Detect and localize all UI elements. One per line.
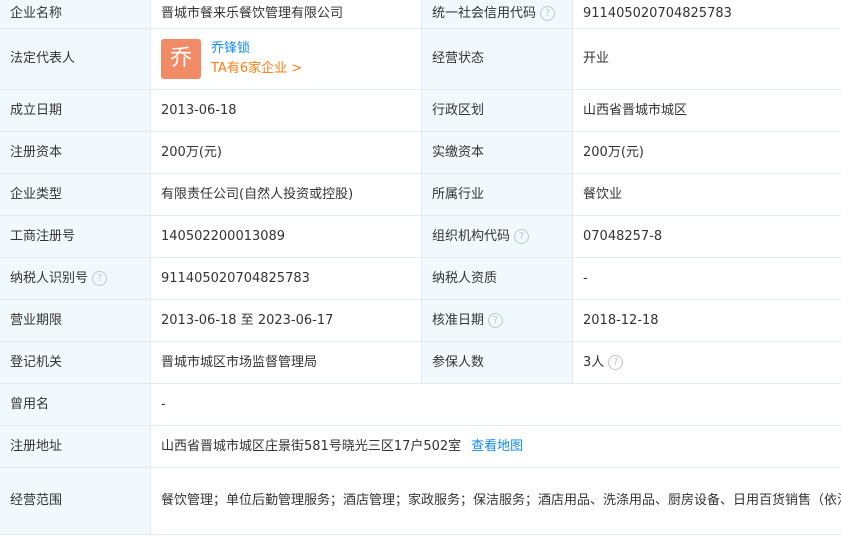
value-credit-code: 911405020704825783 <box>572 0 841 29</box>
label-credit-code-text: 统一社会信用代码 <box>432 5 537 21</box>
label-org-code-text: 组织机构代码 <box>432 228 511 244</box>
label-company-name: 企业名称 <box>0 0 151 29</box>
info-row: 企业类型 有限责任公司(自然人投资或控股) 所属行业 餐饮业 <box>0 173 841 216</box>
label-founded-date: 成立日期 <box>0 89 151 132</box>
value-taxpayer-id: 911405020704825783 <box>150 257 422 300</box>
info-row: 营业期限 2013-06-18 至 2023-06-17 核准日期? 2018-… <box>0 299 841 342</box>
label-reg-number: 工商注册号 <box>0 215 151 258</box>
value-business-scope: 餐饮管理；单位后勤管理服务；酒店管理；家政服务；保洁服务；酒店用品、洗涤用品、厨… <box>150 467 841 535</box>
question-circle-icon[interactable]: ? <box>488 312 504 328</box>
value-registered-capital: 200万(元) <box>150 131 422 174</box>
view-map-link[interactable]: 查看地图 <box>471 439 523 454</box>
legal-rep-name-link[interactable]: 乔锋锁 <box>211 39 302 59</box>
info-row: 经营范围 餐饮管理；单位后勤管理服务；酒店管理；家政服务；保洁服务；酒店用品、洗… <box>0 467 841 535</box>
label-business-scope: 经营范围 <box>0 467 151 535</box>
label-approval-date-text: 核准日期 <box>432 312 485 328</box>
question-circle-icon[interactable]: ? <box>608 354 624 370</box>
label-registration-authority: 登记机关 <box>0 341 151 384</box>
label-business-term: 营业期限 <box>0 299 151 342</box>
value-legal-rep: 乔 乔锋锁 TA有6家企业 > <box>150 28 422 90</box>
value-business-term: 2013-06-18 至 2023-06-17 <box>150 299 422 342</box>
label-taxpayer-qualification: 纳税人资质 <box>421 257 573 300</box>
label-company-type: 企业类型 <box>0 173 151 216</box>
value-approval-date: 2018-12-18 <box>572 299 841 342</box>
info-row: 登记机关 晋城市城区市场监督管理局 参保人数 3人? <box>0 341 841 384</box>
value-company-name: 晋城市餐来乐餐饮管理有限公司 <box>150 0 422 29</box>
label-org-code: 组织机构代码? <box>421 215 573 258</box>
value-founded-date: 2013-06-18 <box>150 89 422 132</box>
label-status: 经营状态 <box>421 28 573 90</box>
info-row: 法定代表人 乔 乔锋锁 TA有6家企业 > 经营状态 开业 <box>0 28 841 90</box>
company-info-table: 企业名称 晋城市餐来乐餐饮管理有限公司 统一社会信用代码? 9114050207… <box>0 0 841 535</box>
info-row: 工商注册号 140502200013089 组织机构代码? 07048257-8 <box>0 215 841 258</box>
value-paid-capital: 200万(元) <box>572 131 841 174</box>
label-taxpayer-id: 纳税人识别号? <box>0 257 151 300</box>
label-former-name: 曾用名 <box>0 383 151 426</box>
value-insured-count: 3人? <box>572 341 841 384</box>
legal-rep-block: 乔 乔锋锁 TA有6家企业 > <box>161 39 411 79</box>
value-org-code: 07048257-8 <box>572 215 841 258</box>
question-circle-icon[interactable]: ? <box>540 5 556 21</box>
value-taxpayer-qualification: - <box>572 257 841 300</box>
label-industry: 所属行业 <box>421 173 573 216</box>
label-region: 行政区划 <box>421 89 573 132</box>
label-registered-capital: 注册资本 <box>0 131 151 174</box>
legal-rep-companies-link[interactable]: TA有6家企业 > <box>211 59 302 79</box>
avatar[interactable]: 乔 <box>161 39 201 79</box>
label-taxpayer-id-text: 纳税人识别号 <box>10 270 89 286</box>
value-company-type: 有限责任公司(自然人投资或控股) <box>150 173 422 216</box>
info-row: 企业名称 晋城市餐来乐餐饮管理有限公司 统一社会信用代码? 9114050207… <box>0 0 841 29</box>
label-credit-code: 统一社会信用代码? <box>421 0 573 29</box>
value-region: 山西省晋城市城区 <box>572 89 841 132</box>
label-registered-address: 注册地址 <box>0 425 151 468</box>
info-row: 注册地址 山西省晋城市城区庄景街581号晓光三区17户502室 查看地图 <box>0 425 841 468</box>
value-insured-count-text: 3人 <box>583 354 605 370</box>
value-reg-number: 140502200013089 <box>150 215 422 258</box>
label-insured-count: 参保人数 <box>421 341 573 384</box>
label-paid-capital: 实缴资本 <box>421 131 573 174</box>
info-row: 成立日期 2013-06-18 行政区划 山西省晋城市城区 <box>0 89 841 132</box>
value-registration-authority: 晋城市城区市场监督管理局 <box>150 341 422 384</box>
value-registered-address: 山西省晋城市城区庄景街581号晓光三区17户502室 查看地图 <box>150 425 841 468</box>
question-circle-icon[interactable]: ? <box>514 228 530 244</box>
value-industry: 餐饮业 <box>572 173 841 216</box>
question-circle-icon[interactable]: ? <box>92 270 108 286</box>
info-row: 纳税人识别号? 911405020704825783 纳税人资质 - <box>0 257 841 300</box>
info-row: 注册资本 200万(元) 实缴资本 200万(元) <box>0 131 841 174</box>
info-row: 曾用名 - <box>0 383 841 426</box>
legal-rep-text: 乔锋锁 TA有6家企业 > <box>211 39 302 79</box>
value-status: 开业 <box>572 28 841 90</box>
address-text: 山西省晋城市城区庄景街581号晓光三区17户502室 <box>161 438 462 454</box>
value-former-name: - <box>150 383 841 426</box>
label-approval-date: 核准日期? <box>421 299 573 342</box>
label-legal-rep: 法定代表人 <box>0 28 151 90</box>
